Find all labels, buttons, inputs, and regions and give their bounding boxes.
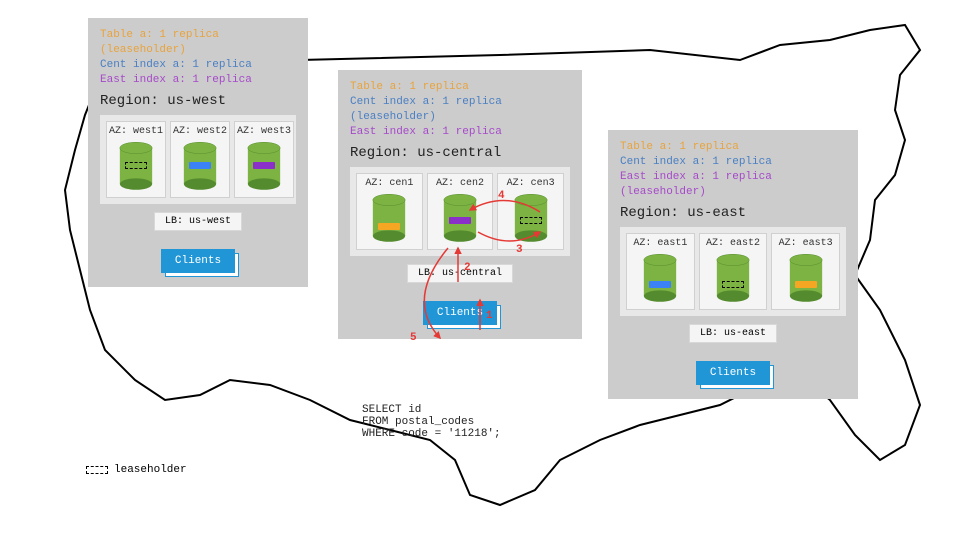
db-icon [641,253,679,303]
db-icon [117,141,155,191]
db-icon [245,141,283,191]
az-label: AZ: cen3 [507,178,555,189]
az-cen2: AZ: cen2 [427,173,494,250]
az-label: AZ: east3 [779,238,833,249]
az-row: AZ: east1 AZ: east2 AZ: east3 [620,227,846,316]
az-label: AZ: cen2 [436,178,484,189]
sql-query: SELECT id FROM postal_codes WHERE code =… [362,404,501,440]
az-label: AZ: east2 [706,238,760,249]
az-east2: AZ: east2 [699,233,768,310]
info-east: East index a: 1 replica (leaseholder) [620,170,846,200]
load-balancer: LB: us-central [407,264,513,283]
region-title: Region: us-west [100,93,296,109]
legend-label: leaseholder [114,464,187,476]
info-table: Table a: 1 replica [350,80,570,95]
region-card-east: Table a: 1 replica Cent index a: 1 repli… [608,130,858,399]
chip-east-lease [722,281,744,288]
load-balancer: LB: us-west [154,212,242,231]
db-icon [441,193,479,243]
region-title: Region: us-central [350,145,570,161]
load-balancer: LB: us-east [689,324,777,343]
db-icon [512,193,550,243]
chip-east [449,217,471,224]
region-card-west: Table a: 1 replica (leaseholder) Cent in… [88,18,308,287]
az-east3: AZ: east3 [771,233,840,310]
az-label: AZ: west1 [109,126,163,137]
clients-box: Clients [161,249,235,273]
az-label: AZ: west2 [173,126,227,137]
clients-label: Clients [161,249,235,273]
info-table: Table a: 1 replica (leaseholder) [100,28,296,58]
region-title: Region: us-east [620,205,846,221]
chip-cent [649,281,671,288]
chip-cent [189,162,211,169]
info-cent: Cent index a: 1 replica [100,58,296,73]
az-west1: AZ: west1 [106,121,166,198]
step-3: 3 [516,244,523,256]
chip-table-lease [125,162,147,169]
legend-lease-chip [86,466,108,474]
az-row: AZ: west1 AZ: west2 AZ: west3 [100,115,296,204]
region-card-central: Table a: 1 replica Cent index a: 1 repli… [338,70,582,339]
az-east1: AZ: east1 [626,233,695,310]
chip-cent-lease [520,217,542,224]
step-4: 4 [498,190,505,202]
info-cent: Cent index a: 1 replica [620,155,846,170]
info-east: East index a: 1 replica [100,73,296,88]
info-cent: Cent index a: 1 replica (leaseholder) [350,95,570,125]
az-label: AZ: east1 [633,238,687,249]
az-cen1: AZ: cen1 [356,173,423,250]
clients-label: Clients [696,361,770,385]
az-label: AZ: cen1 [365,178,413,189]
legend: leaseholder [86,464,187,476]
az-west3: AZ: west3 [234,121,294,198]
db-icon [370,193,408,243]
step-5: 5 [410,332,417,344]
db-icon [714,253,752,303]
step-1: 1 [486,310,493,322]
db-icon [181,141,219,191]
chip-table [795,281,817,288]
az-west2: AZ: west2 [170,121,230,198]
info-east: East index a: 1 replica [350,125,570,140]
chip-table [378,223,400,230]
step-2: 2 [464,262,471,274]
chip-east [253,162,275,169]
az-row: AZ: cen1 AZ: cen2 AZ: cen3 [350,167,570,256]
az-label: AZ: west3 [237,126,291,137]
info-table: Table a: 1 replica [620,140,846,155]
az-cen3: AZ: cen3 [497,173,564,250]
db-icon [787,253,825,303]
clients-box: Clients [696,361,770,385]
